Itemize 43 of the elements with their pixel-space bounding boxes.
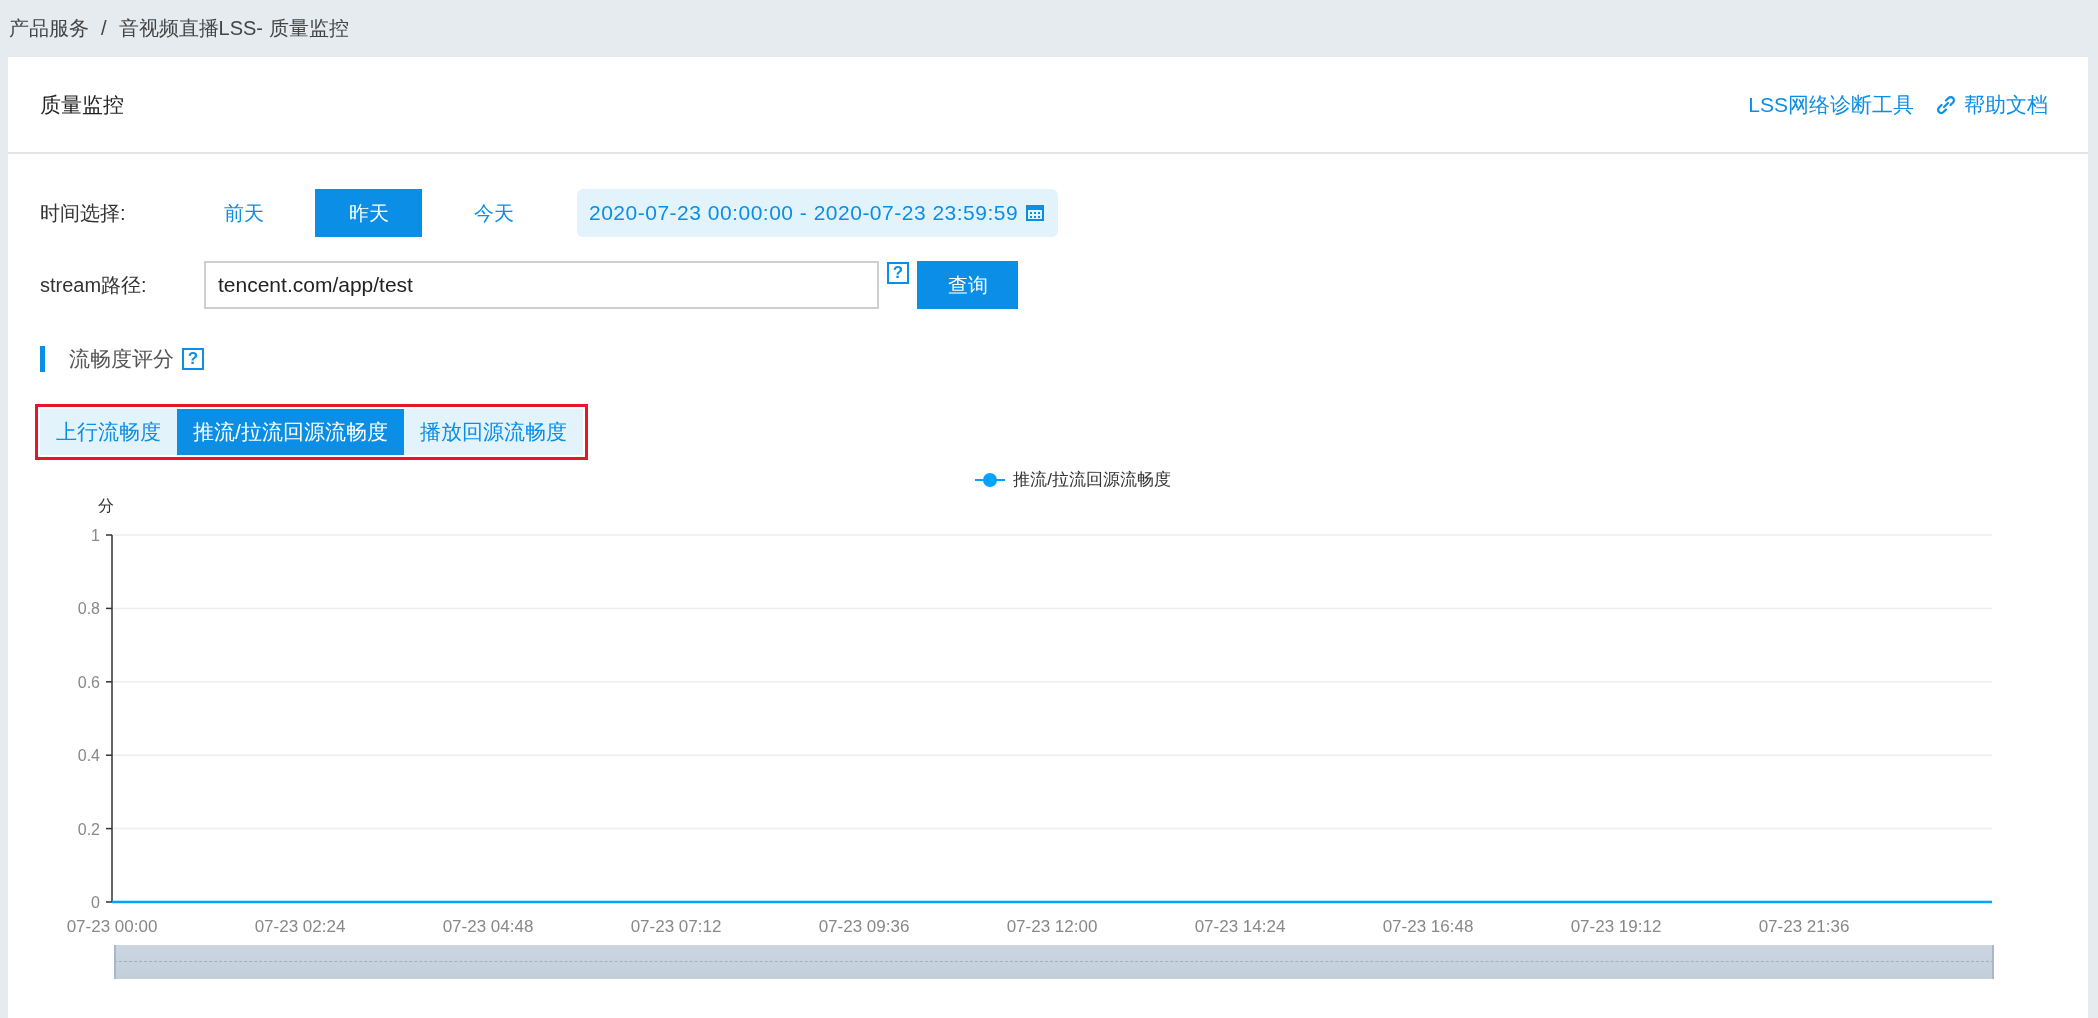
section-marker [40, 346, 45, 372]
diagnosis-tool-link[interactable]: LSS网络诊断工具 [1748, 90, 1914, 119]
x-tick-label: 07-23 02:24 [254, 917, 346, 936]
metric-tab[interactable]: 上行流畅度 [40, 409, 177, 455]
time-label: 时间选择: [40, 200, 127, 226]
y-tick-label: 0 [91, 894, 100, 911]
calendar-icon [1026, 205, 1045, 221]
help-doc-link[interactable]: 帮助文档 [1936, 90, 2048, 119]
page-title: 质量监控 [40, 91, 124, 118]
breadcrumb-separator: / [101, 17, 107, 40]
y-axis-unit: 分 [98, 497, 114, 514]
legend-line-icon [975, 471, 1006, 488]
metric-tab[interactable]: 推流/拉流回源流畅度 [177, 409, 404, 455]
stream-path-field[interactable]: tencent.com/app/test [204, 261, 879, 309]
date-range-picker[interactable]: 2020-07-23 00:00:00 - 2020-07-23 23:59:59 [577, 189, 1059, 237]
x-tick-label: 07-23 09:36 [818, 917, 910, 936]
section-title: 流畅度评分 [69, 346, 174, 372]
x-tick-label: 07-23 19:12 [1570, 917, 1662, 936]
query-button[interactable]: 查询 [917, 261, 1018, 309]
y-tick-label: 1 [91, 527, 100, 544]
y-tick-label: 0.6 [77, 673, 100, 691]
y-tick-label: 0.4 [77, 747, 100, 765]
x-tick-label: 07-23 14:24 [1194, 917, 1286, 936]
help-icon[interactable]: ? [887, 262, 909, 284]
link-icon [1936, 94, 1956, 115]
day-button[interactable]: 前天 [190, 189, 297, 237]
zoom-slider[interactable] [114, 945, 1994, 979]
day-button[interactable]: 昨天 [315, 189, 422, 237]
x-tick-label: 07-23 00:00 [66, 917, 158, 936]
x-tick-label: 07-23 16:48 [1382, 917, 1474, 936]
metric-tab[interactable]: 播放回源流畅度 [403, 409, 583, 455]
x-tick-label: 07-23 07:12 [630, 917, 722, 936]
x-tick-label: 07-23 04:48 [442, 917, 534, 936]
day-button[interactable]: 今天 [440, 189, 547, 237]
y-tick-label: 0.8 [77, 600, 100, 618]
x-tick-label: 07-23 21:36 [1758, 917, 1850, 936]
stream-label: stream路径: [40, 272, 148, 298]
x-tick-label: 07-23 12:00 [1006, 917, 1098, 936]
breadcrumb-item[interactable]: 产品服务 [9, 15, 89, 42]
breadcrumb-item: 音视频直播LSS- 质量监控 [118, 16, 349, 41]
y-tick-label: 0.2 [77, 820, 100, 838]
legend-item[interactable]: 推流/拉流回源流畅度 [975, 468, 1171, 491]
help-icon[interactable]: ? [182, 348, 204, 370]
